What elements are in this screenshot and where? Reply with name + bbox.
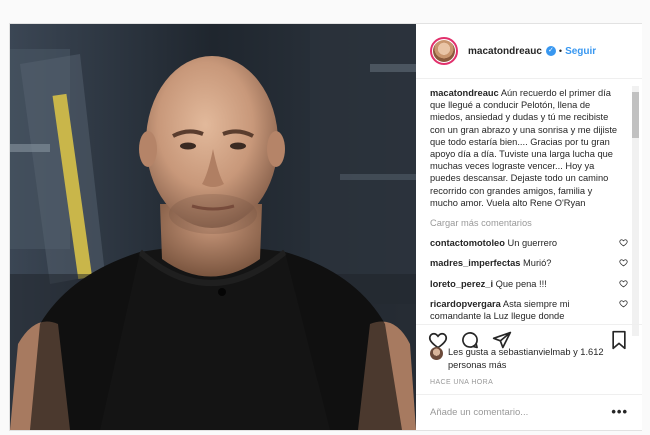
likes-text: Les gusta a sebastianvielmab y 1.612 per… xyxy=(448,347,604,370)
comments-section[interactable]: macatondreauc Aún recuerdo el primer día… xyxy=(416,79,642,339)
comment-item: loreto_perez_i Que pena !!! xyxy=(430,278,628,290)
scrollbar-thumb[interactable] xyxy=(632,92,639,138)
avatar-image xyxy=(433,40,455,62)
comment-item: madres_imperfectas Murió? xyxy=(430,257,628,269)
post-timestamp[interactable]: HACE UNA HORA xyxy=(430,379,493,386)
load-more-comments-link[interactable]: Cargar más comentarios xyxy=(430,217,622,229)
header-username[interactable]: macatondreauc xyxy=(468,46,542,57)
portrait-image xyxy=(10,24,416,430)
more-options-icon[interactable]: ••• xyxy=(611,405,628,418)
post-sidebar: macatondreauc ✓ • Seguir macatondreauc A… xyxy=(416,24,642,430)
comment-username[interactable]: ricardopvergara xyxy=(430,299,501,309)
user-avatar[interactable] xyxy=(430,37,458,65)
add-comment-bar: ••• xyxy=(416,394,642,430)
follow-button[interactable]: Seguir xyxy=(565,46,596,57)
caption: macatondreauc Aún recuerdo el primer día… xyxy=(430,87,622,209)
comment-text: Que pena !!! xyxy=(495,278,547,289)
post-header: macatondreauc ✓ • Seguir xyxy=(416,24,642,79)
heart-icon[interactable] xyxy=(619,279,628,288)
add-comment-input[interactable] xyxy=(430,407,600,418)
post-photo[interactable] xyxy=(10,24,416,430)
instagram-post: macatondreauc ✓ • Seguir macatondreauc A… xyxy=(9,23,642,431)
comment-username[interactable]: madres_imperfectas xyxy=(430,258,520,268)
verified-badge-icon: ✓ xyxy=(545,46,556,56)
caption-text: Aún recuerdo el primer día que llegué a … xyxy=(430,88,618,208)
comments-scrollbar[interactable] xyxy=(632,86,639,336)
comment-item: contactomotoleo Un guerrero xyxy=(430,237,628,249)
comment-text: Un guerrero xyxy=(507,238,558,249)
heart-icon[interactable] xyxy=(619,258,628,267)
caption-username[interactable]: macatondreauc xyxy=(430,88,499,98)
liker-avatar xyxy=(430,347,443,360)
comment-username[interactable]: contactomotoleo xyxy=(430,238,505,248)
separator-dot: • xyxy=(558,46,563,56)
heart-icon[interactable] xyxy=(619,299,628,308)
comment-text: Murió? xyxy=(523,258,552,269)
comment-username[interactable]: loreto_perez_i xyxy=(430,279,493,289)
heart-icon[interactable] xyxy=(619,238,628,247)
comment-item: ricardopvergara Asta siempre mi comandan… xyxy=(430,298,628,322)
likes-summary[interactable]: Les gusta a sebastianvielmab y 1.612 per… xyxy=(430,346,630,371)
